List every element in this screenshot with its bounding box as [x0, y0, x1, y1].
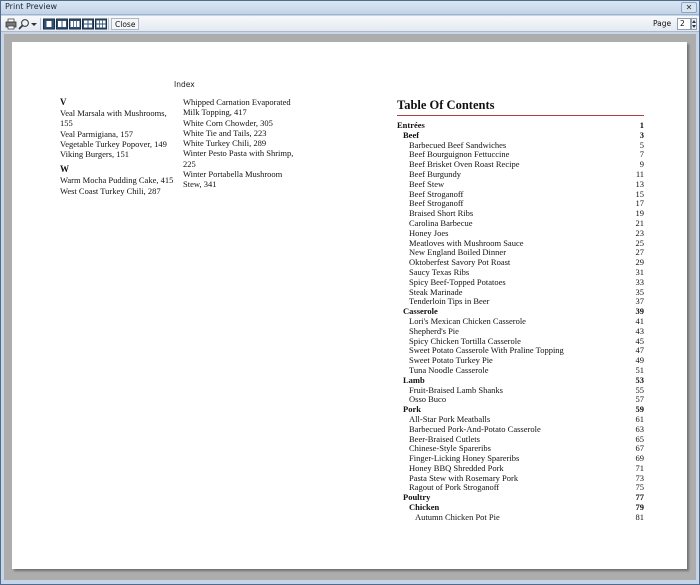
toc-entry: Autumn Chicken Pot Pie 81: [397, 511, 645, 523]
three-pages-icon[interactable]: [69, 18, 81, 30]
index-entry: White Tie and Tails, 223: [183, 127, 267, 138]
toc-list: Entrées 1 Beef 3 Barbecued Beef Sandwiches 5 B…: [397, 120, 645, 523]
index-entry: Winter Portabella Mushroom Stew, 341: [183, 169, 283, 190]
index-letter: W: [60, 164, 69, 175]
index-column-2: Whipped Carnation Evaporated Milk Toppin…: [183, 97, 301, 190]
window-close-button[interactable]: ✕: [681, 2, 697, 13]
index-entry: Viking Burgers, 151: [60, 149, 129, 160]
index-letter: V: [60, 97, 67, 107]
four-pages-icon[interactable]: [82, 18, 94, 30]
index-entry: West Coast Turkey Chili, 287: [60, 185, 161, 196]
one-page-icon[interactable]: [43, 18, 55, 30]
index-entry: White Turkey Chili, 289: [183, 138, 267, 149]
toc-entry-title: Autumn Chicken Pot Pie: [415, 511, 500, 522]
page-number-input[interactable]: 2: [677, 18, 691, 30]
title-bar[interactable]: Print Preview ✕: [1, 1, 699, 15]
window-title: Print Preview: [5, 2, 58, 11]
dropdown-icon[interactable]: [30, 18, 38, 30]
print-icon[interactable]: [5, 18, 17, 30]
index-entry: Whipped Carnation Evaporated Milk Toppin…: [183, 97, 291, 118]
page-label: Page: [653, 19, 672, 28]
toc-entry: Osso Buco 57: [397, 395, 644, 405]
zoom-icon[interactable]: [18, 18, 30, 30]
toc-entry: Tuna Noodle Casserole 51: [397, 365, 644, 376]
close-button[interactable]: Close: [111, 18, 140, 30]
toc-title: Table Of Contents: [397, 98, 495, 112]
preview-area[interactable]: Index V Veal Marsala with Mushrooms, 155 V…: [4, 34, 696, 580]
six-pages-icon[interactable]: [95, 18, 107, 30]
index-entry: Veal Parmigiana, 157: [60, 128, 133, 139]
index-title: Index: [174, 80, 195, 89]
toc-entry: Entrées 1: [397, 120, 644, 131]
toolbar-separator: [108, 18, 109, 30]
index-column-1: V Veal Marsala with Mushrooms, 155 Veal Pa…: [60, 97, 178, 196]
index-entry: Warm Mocha Pudding Cake, 415: [60, 175, 174, 186]
index-entry: White Corn Chowder, 305: [183, 117, 273, 128]
toolbar: Close Page 2: [1, 16, 699, 32]
print-preview-window: Print Preview ✕ Close Page 2 Index V Vea…: [0, 0, 700, 585]
page-spinner[interactable]: [691, 18, 697, 30]
toc-title-rule: [397, 115, 644, 116]
index-entry: Veal Marsala with Mushrooms, 155: [60, 108, 167, 129]
two-pages-icon[interactable]: [56, 18, 68, 30]
index-entry: Winter Pesto Pasta with Shrimp, 225: [183, 148, 294, 169]
index-entry: Vegetable Turkey Popover, 149: [60, 138, 167, 149]
toc-entry-page: 81: [635, 511, 645, 522]
toc-entry: Ragout of Pork Stroganoff 75: [397, 483, 644, 493]
toolbar-separator: [40, 18, 41, 30]
preview-page: Index V Veal Marsala with Mushrooms, 155 V…: [12, 42, 687, 569]
